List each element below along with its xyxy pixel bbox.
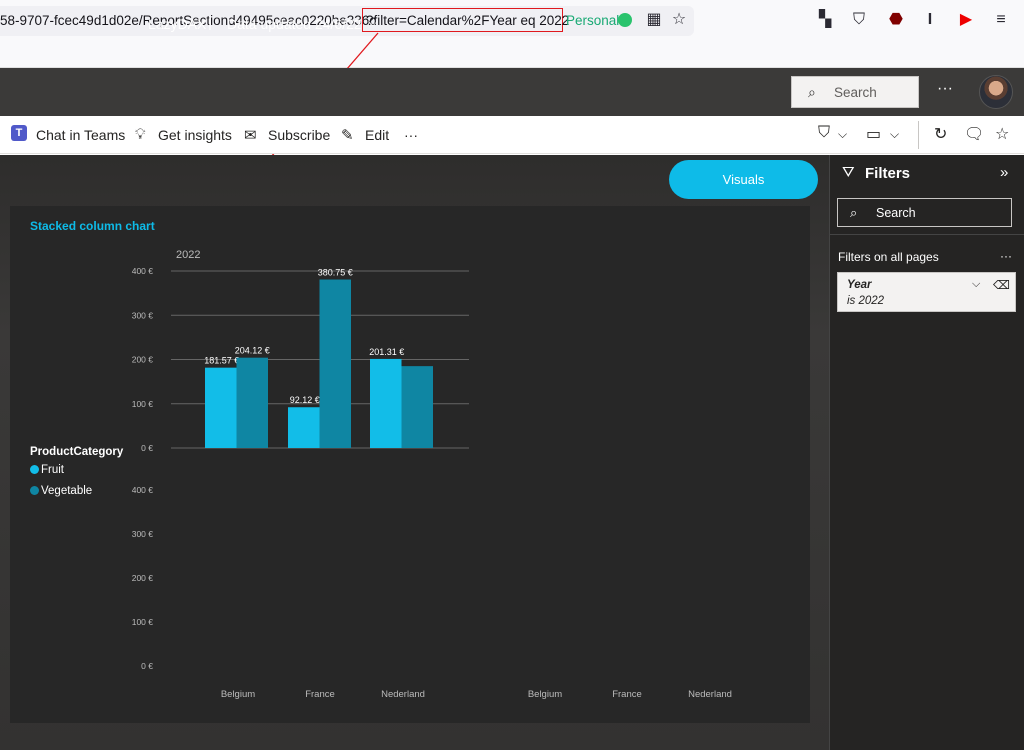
y-tick-label: 100 € [132, 399, 154, 409]
data-label: 181.57 € [204, 356, 239, 366]
legend-item-fruit[interactable]: Fruit [30, 464, 64, 476]
bar-vegetable [401, 366, 433, 448]
bar-vegetable [319, 279, 351, 448]
legend-dot [30, 486, 39, 495]
y-tick-label: 300 € [132, 529, 154, 539]
filter-card-value: is 2022 [847, 295, 885, 307]
filters-divider [830, 234, 1024, 235]
legend-title: ProductCategory [30, 446, 124, 458]
chevron-down-icon[interactable]: ⌵ [972, 278, 980, 291]
filters-pane [829, 155, 1024, 750]
data-label: 92.12 € [290, 395, 320, 405]
data-label: 380.75 € [318, 268, 353, 278]
chart-year-label: 2022 [176, 249, 200, 261]
y-tick-label: 0 € [141, 443, 153, 453]
filters-title: Filters [865, 165, 911, 182]
y-tick-label: 0 € [141, 661, 153, 671]
clear-filter-icon[interactable]: ⌫ [993, 278, 1010, 292]
filters-search-input[interactable]: ⌕ Search [837, 198, 1012, 227]
collapse-pane-icon[interactable]: » [1000, 164, 1008, 181]
y-tick-label: 100 € [132, 617, 154, 627]
y-tick-label: 300 € [132, 310, 154, 320]
legend-label: Vegetable [41, 485, 93, 497]
x-tick-label: Belgium [221, 689, 255, 700]
filters-section-label: Filters on all pages [838, 250, 939, 264]
data-label: 201.31 € [369, 347, 404, 357]
search-icon: ⌕ [850, 205, 858, 220]
filter-card-year[interactable]: Year is 2022 ⌵ ⌫ [837, 272, 1016, 312]
bar-fruit [288, 407, 320, 448]
y-tick-label: 400 € [132, 266, 154, 276]
filters-search-placeholder: Search [876, 206, 916, 220]
y-tick-label: 200 € [132, 573, 154, 583]
funnel-icon: ⛛ [842, 164, 855, 181]
bar-vegetable [236, 357, 268, 448]
legend-dot [30, 465, 39, 474]
legend-label: Fruit [41, 464, 64, 476]
filter-card-name: Year [847, 279, 872, 291]
data-label: 204.12 € [235, 346, 270, 356]
x-tick-label: Nederland [688, 689, 732, 700]
x-tick-label: France [305, 689, 335, 700]
x-tick-label: Belgium [528, 689, 562, 700]
x-tick-label: France [612, 689, 642, 700]
legend-item-vegetable[interactable]: Vegetable [30, 485, 92, 497]
bar-fruit [205, 367, 237, 448]
filters-section-more[interactable]: ··· [1000, 249, 1012, 263]
y-tick-label: 400 € [132, 485, 154, 495]
bar-fruit [370, 358, 402, 448]
x-tick-label: Nederland [381, 689, 425, 700]
y-tick-label: 200 € [132, 355, 154, 365]
